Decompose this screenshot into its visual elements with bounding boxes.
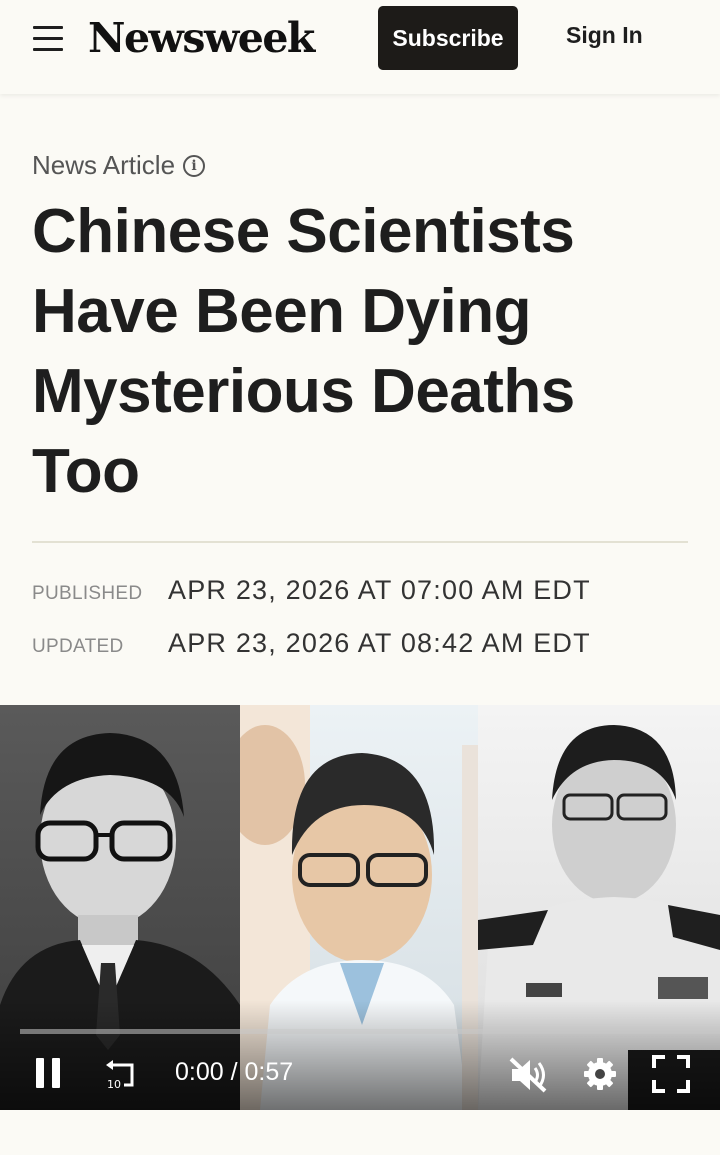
video-time: 0:00 / 0:57: [175, 1058, 294, 1086]
subscribe-button[interactable]: Subscribe: [378, 6, 518, 70]
updated-label: UPDATED: [32, 636, 124, 657]
rewind-seconds-label: 10: [107, 1078, 121, 1091]
updated-date: APR 23, 2026 AT 08:42 AM EDT: [168, 628, 591, 658]
divider: [32, 541, 688, 543]
fullscreen-icon[interactable]: [652, 1055, 690, 1093]
published-label: PUBLISHED: [32, 583, 143, 604]
gear-icon[interactable]: [582, 1056, 618, 1092]
muted-speaker-icon[interactable]: [508, 1056, 548, 1094]
site-header: Newsweek Subscribe Sign In: [0, 0, 720, 94]
published-date: APR 23, 2026 AT 07:00 AM EDT: [168, 575, 591, 605]
pause-icon[interactable]: [36, 1058, 62, 1088]
sign-in-link[interactable]: Sign In: [566, 22, 643, 49]
controls-overlay: [0, 1000, 720, 1110]
menu-icon[interactable]: [33, 26, 63, 52]
rewind-10-icon[interactable]: 10: [104, 1057, 138, 1091]
article-type: News Article i: [32, 150, 206, 181]
article-headline: Chinese Scientists Have Been Dying Myste…: [32, 197, 575, 506]
published-row: PUBLISHED APR 23, 2026 AT 07:00 AM EDT: [32, 575, 591, 606]
info-icon[interactable]: i: [183, 154, 206, 177]
page-background-below-video: [0, 1110, 720, 1155]
article-type-label: News Article: [32, 150, 176, 180]
newsweek-logo[interactable]: Newsweek: [88, 14, 315, 62]
video-progress-bar[interactable]: [20, 1029, 720, 1034]
updated-row: UPDATED APR 23, 2026 AT 08:42 AM EDT: [32, 628, 591, 659]
video-player[interactable]: 10 0:00 / 0:57: [0, 705, 720, 1110]
